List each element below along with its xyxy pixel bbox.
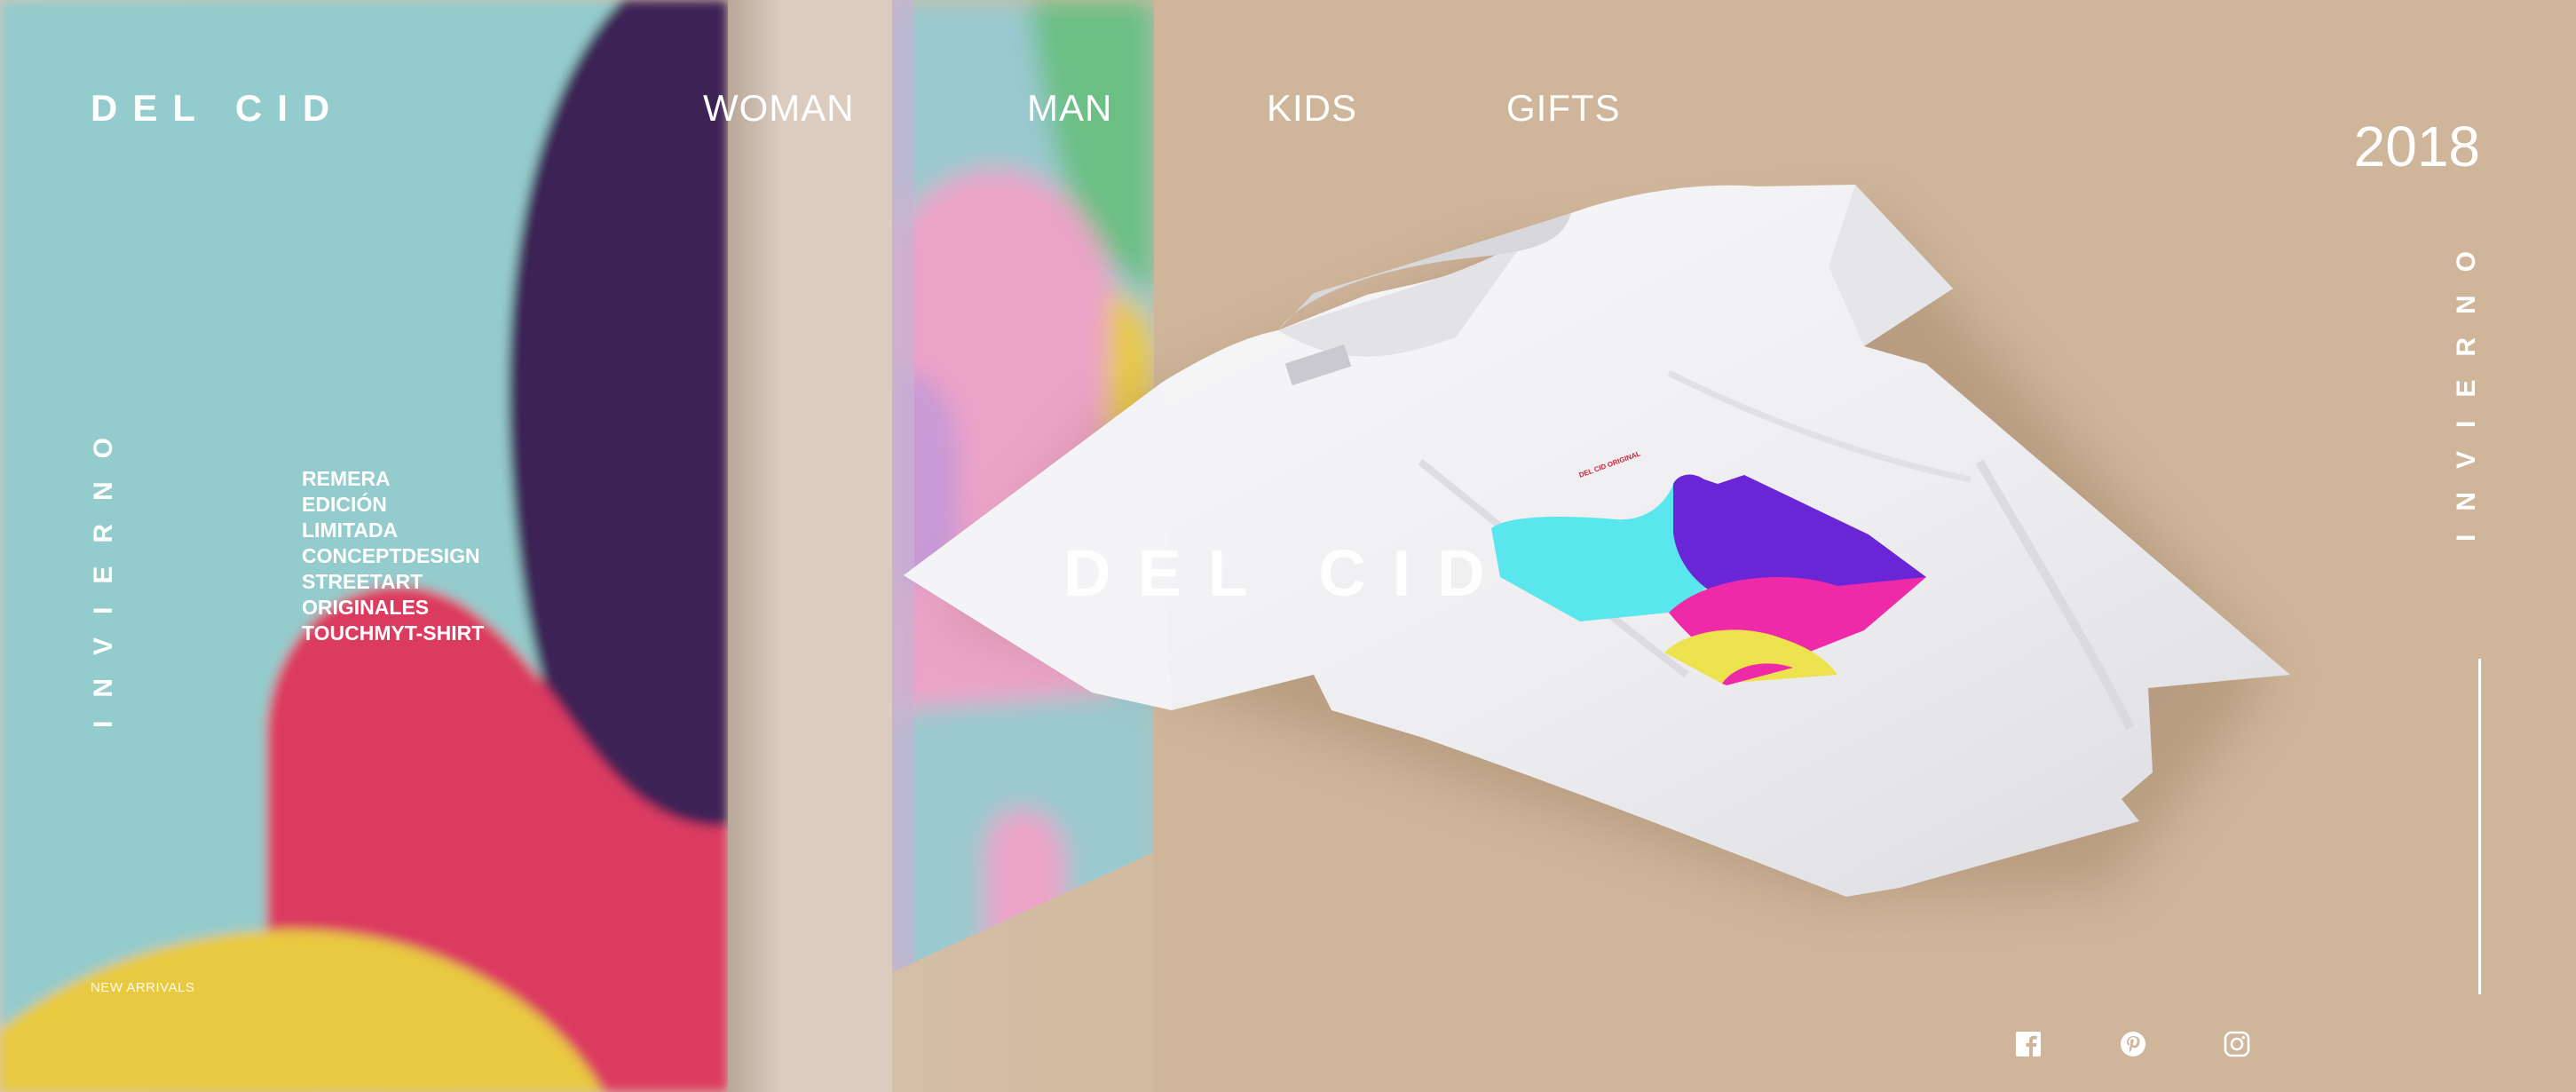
- nav-item-man[interactable]: MAN: [1027, 87, 1112, 130]
- tag-item: STREETART: [302, 570, 423, 593]
- tag-list: REMERA EDICIÓN LIMITADA CONCEPTDESIGN ST…: [302, 466, 484, 646]
- instagram-icon[interactable]: [2223, 1030, 2251, 1058]
- brand-logo[interactable]: DEL CID: [91, 87, 344, 130]
- tag-item: REMERA: [302, 467, 391, 490]
- season-label-left: INVIERNO: [89, 414, 118, 728]
- nav-item-kids[interactable]: KIDS: [1267, 87, 1357, 130]
- tag-item: LIMITADA: [302, 518, 399, 542]
- tag-item: TOUCHMYT-SHIRT: [302, 621, 485, 645]
- new-arrivals-link[interactable]: NEW ARRIVALS: [91, 980, 194, 995]
- product-brand-overlay: DEL CID: [1063, 536, 1512, 610]
- scroll-indicator-line: [2478, 659, 2481, 994]
- tag-item: EDICIÓN: [302, 493, 387, 516]
- tag-item: ORIGINALES: [302, 596, 430, 619]
- facebook-icon[interactable]: [2014, 1030, 2043, 1058]
- nav-item-woman[interactable]: WOMAN: [703, 87, 855, 130]
- collection-year: 2018: [2353, 115, 2480, 178]
- nav-item-gifts[interactable]: GIFTS: [1506, 87, 1621, 130]
- pinterest-icon[interactable]: [2119, 1030, 2147, 1058]
- tag-item: CONCEPTDESIGN: [302, 544, 480, 567]
- season-label-right: INVIERNO: [2452, 227, 2481, 542]
